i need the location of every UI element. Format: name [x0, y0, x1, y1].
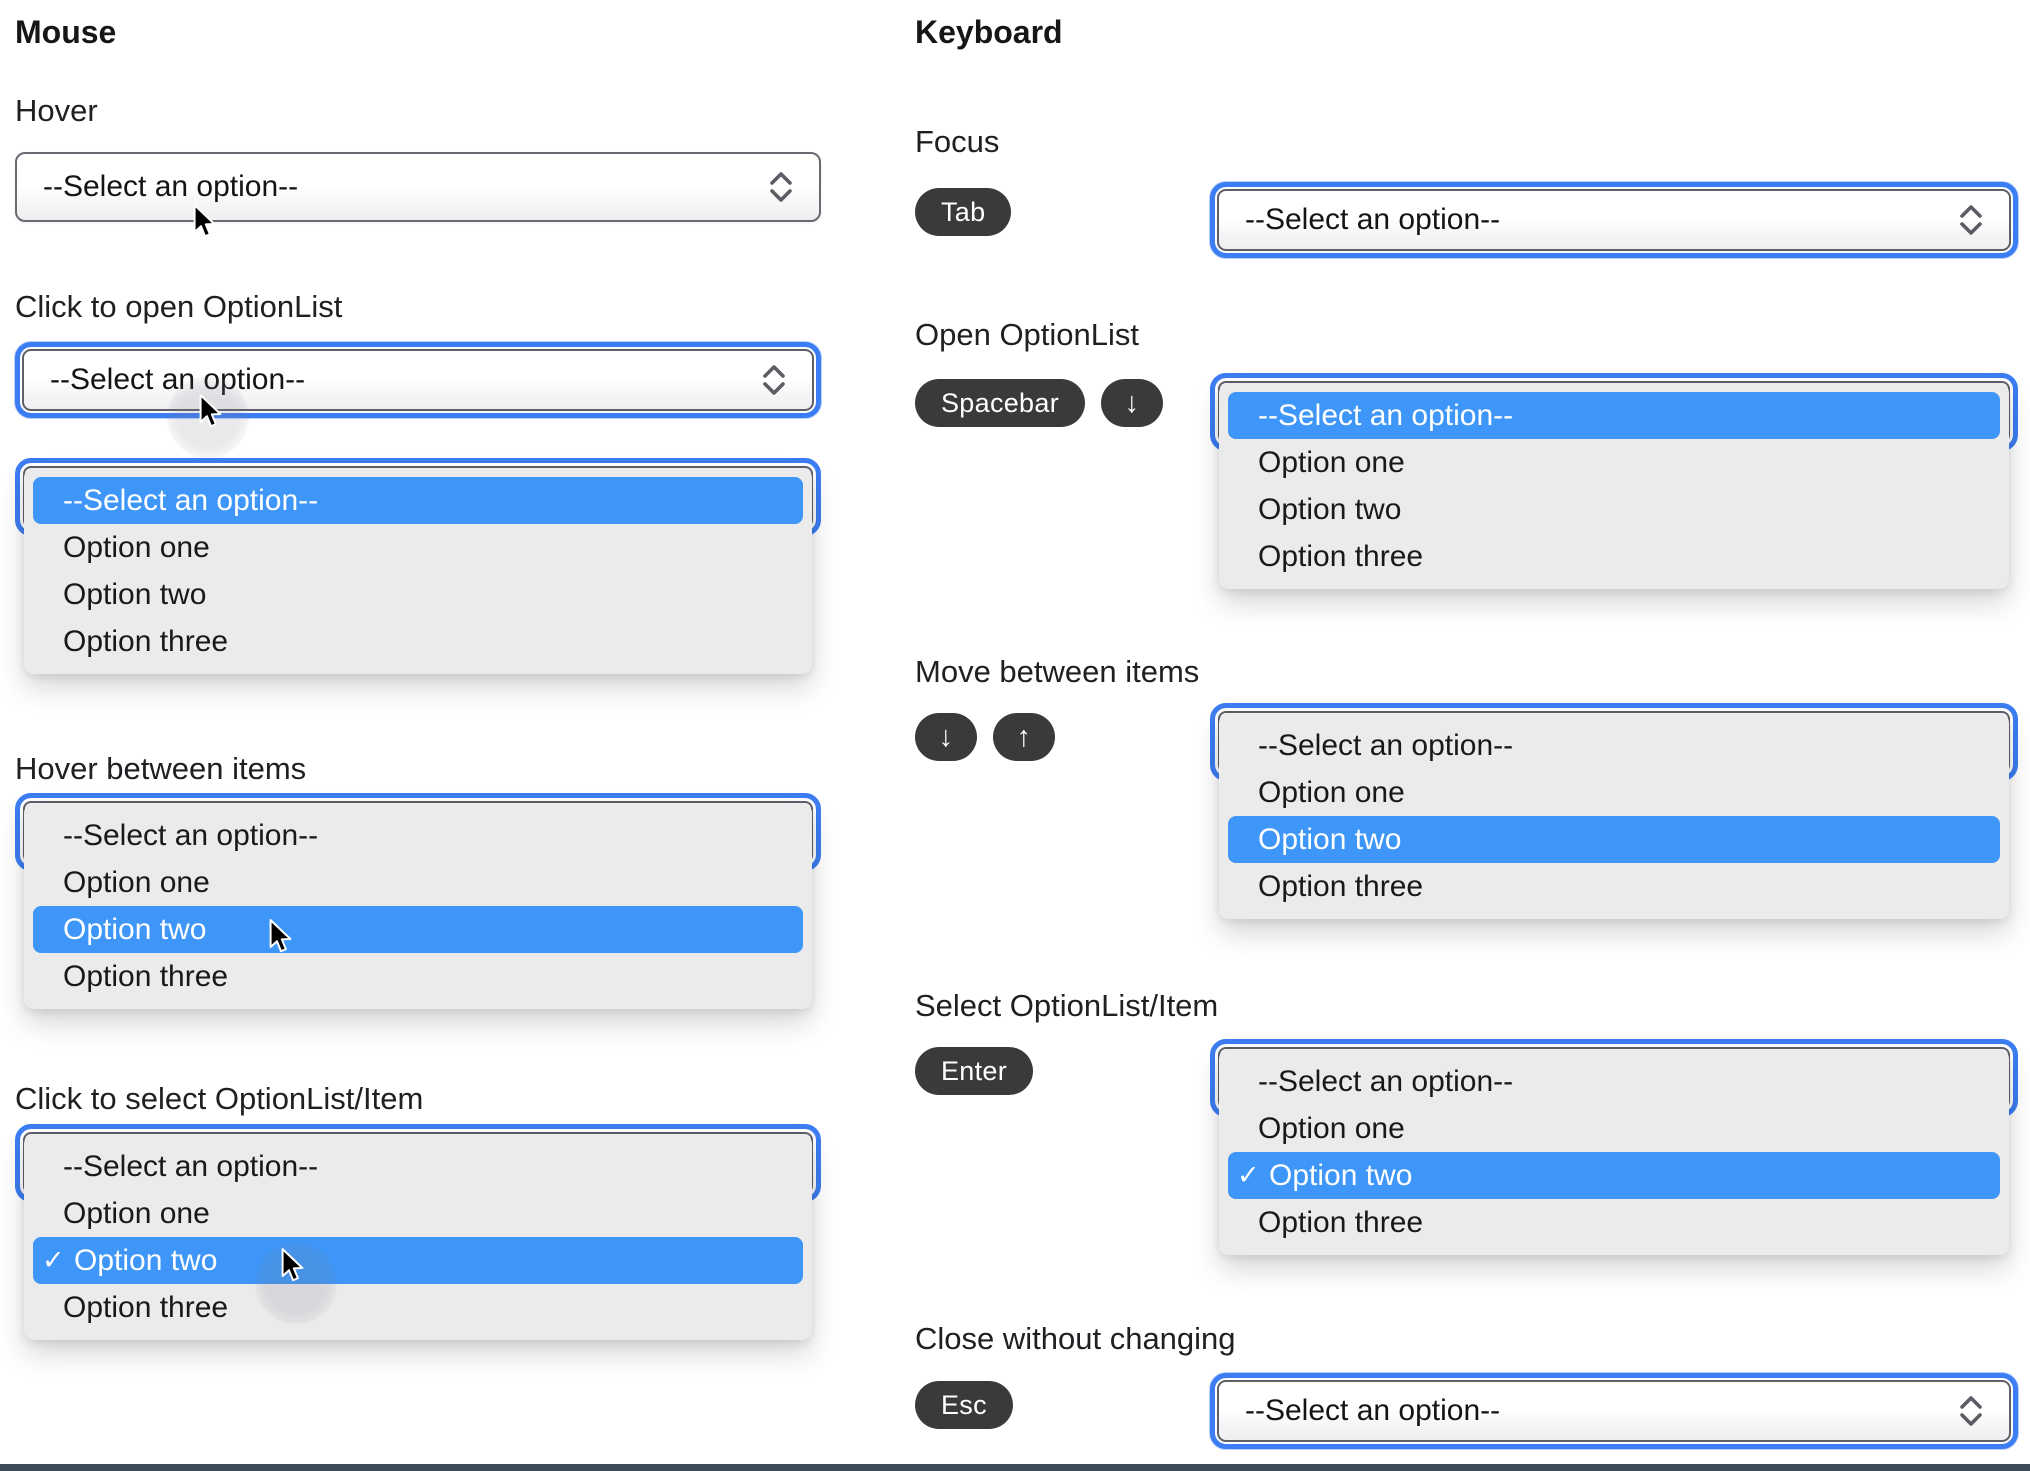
select-trigger-focused[interactable]: --Select an option-- [1210, 1373, 2018, 1449]
option-item[interactable]: Option two [1228, 486, 2000, 533]
chevron-updown-icon [1957, 203, 1985, 237]
click-select-demo: --Select an option-- Option one ✓ Option… [15, 1124, 821, 1340]
option-list: --Select an option-- Option one Option t… [24, 468, 812, 674]
optionlist-open: --Select an option-- Option one ✓ Option… [1210, 1039, 2018, 1255]
arrow-up-key-badge: ↑ [993, 713, 1055, 761]
option-item[interactable]: Option three [33, 618, 803, 665]
option-item-selected[interactable]: ✓ Option two [1228, 1152, 2000, 1199]
section-hover: Hover [15, 93, 98, 128]
option-item[interactable]: --Select an option-- [1228, 1058, 2000, 1105]
option-list: --Select an option-- Option one Option t… [1219, 383, 2009, 589]
section-click-select: Click to select OptionList/Item [15, 1081, 424, 1116]
select-trigger[interactable]: --Select an option-- [15, 152, 821, 222]
option-item[interactable]: Option one [1228, 769, 2000, 816]
select-value: --Select an option-- [1245, 1394, 1501, 1427]
option-item-selected[interactable]: ✓ Option two [33, 1237, 803, 1284]
mouse-column: Mouse Hover --Select an option-- Click t… [15, 0, 821, 1340]
option-item[interactable]: Option three [33, 1284, 803, 1331]
click-halo [255, 1242, 337, 1324]
option-item[interactable]: Option one [33, 524, 803, 571]
section-close: Close without changing [915, 1321, 1236, 1356]
option-item[interactable]: Option one [1228, 1105, 2000, 1152]
option-item[interactable]: Option one [33, 859, 803, 906]
open-optionlist-demo: Spacebar ↓ --Select an option-- Option o… [915, 373, 2018, 589]
hover-items-demo: --Select an option-- Option one Option t… [15, 793, 821, 1009]
option-item[interactable]: --Select an option-- [33, 812, 803, 859]
check-icon: ✓ [42, 1245, 65, 1275]
click-open-optionlist-demo: --Select an option-- Option one Option t… [15, 458, 821, 674]
tab-key-badge: Tab [915, 188, 1012, 236]
esc-key-badge: Esc [915, 1381, 1013, 1429]
focus-demo: Tab --Select an option-- [915, 182, 2018, 258]
select-item-demo: Enter --Select an option-- Option one ✓ … [915, 1039, 2018, 1255]
section-open: Open OptionList [915, 317, 1140, 352]
option-item[interactable]: --Select an option-- [33, 1143, 803, 1190]
option-item[interactable]: --Select an option-- [1228, 392, 2000, 439]
option-item[interactable]: Option three [1228, 1199, 2000, 1246]
optionlist-open: --Select an option-- Option one Option t… [1210, 373, 2018, 589]
arrow-down-key-badge: ↓ [1100, 379, 1163, 427]
option-item[interactable]: Option two [33, 571, 803, 618]
option-item-hovered[interactable]: Option two [33, 906, 803, 953]
section-click-open: Click to open OptionList [15, 289, 343, 324]
option-item-active[interactable]: Option two [1228, 816, 2000, 863]
move-items-demo: ↓ ↑ --Select an option-- Option one Opti… [915, 703, 2018, 919]
chevron-updown-icon [767, 170, 795, 204]
option-item[interactable]: --Select an option-- [33, 477, 803, 524]
section-move: Move between items [915, 654, 1200, 689]
select-trigger-focused[interactable]: --Select an option-- [15, 342, 821, 418]
option-item[interactable]: Option one [1228, 439, 2000, 486]
hover-demo: --Select an option-- [15, 152, 821, 237]
option-item[interactable]: --Select an option-- [1228, 722, 2000, 769]
keyboard-column: Keyboard Focus Tab --Select an option-- … [915, 0, 2018, 1449]
spacebar-key-badge: Spacebar [915, 379, 1085, 427]
option-list: --Select an option-- Option one ✓ Option… [24, 1134, 812, 1340]
close-demo: Esc --Select an option-- [915, 1373, 2018, 1449]
mouse-title: Mouse [15, 14, 117, 50]
option-item[interactable]: Option one [33, 1190, 803, 1237]
click-halo [167, 376, 249, 458]
select-value: --Select an option-- [43, 170, 299, 203]
chevron-updown-icon [1957, 1394, 1985, 1428]
chevron-updown-icon [760, 363, 788, 397]
option-item[interactable]: Option three [33, 953, 803, 1000]
section-focus: Focus [915, 124, 1000, 159]
select-value: --Select an option-- [1245, 203, 1501, 236]
bottom-divider [0, 1464, 2030, 1471]
arrow-down-key-badge: ↓ [915, 713, 977, 761]
option-list: --Select an option-- Option one Option t… [24, 803, 812, 1009]
optionlist-open: --Select an option-- Option one Option t… [1210, 703, 2018, 919]
option-list: --Select an option-- Option one Option t… [1219, 713, 2009, 919]
option-list: --Select an option-- Option one ✓ Option… [1219, 1049, 2009, 1255]
section-hover-items: Hover between items [15, 751, 307, 786]
option-item[interactable]: Option three [1228, 533, 2000, 580]
enter-key-badge: Enter [915, 1047, 1034, 1095]
check-icon: ✓ [1237, 1160, 1260, 1190]
select-trigger-focused[interactable]: --Select an option-- [1210, 182, 2018, 258]
option-item[interactable]: Option three [1228, 863, 2000, 910]
click-open-trigger-demo: --Select an option-- [15, 342, 821, 458]
section-select: Select OptionList/Item [915, 988, 1219, 1023]
keyboard-title: Keyboard [915, 14, 1063, 50]
